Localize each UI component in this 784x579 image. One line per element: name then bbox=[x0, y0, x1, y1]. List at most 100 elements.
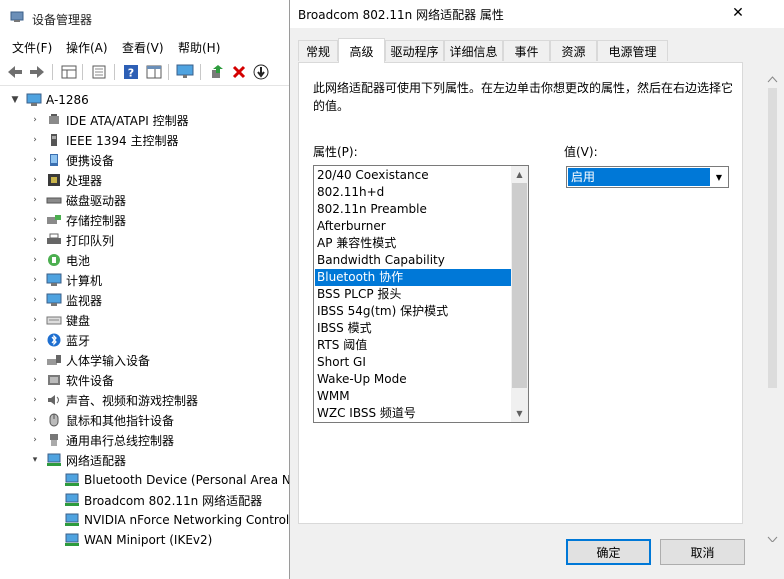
tree-device-wan-miniport[interactable]: WAN Miniport (IKEv2) bbox=[64, 530, 212, 550]
uninstall-icon[interactable] bbox=[230, 63, 248, 81]
expand-arrow-icon[interactable]: › bbox=[30, 155, 40, 165]
menu-action[interactable]: 操作(A) bbox=[66, 39, 108, 56]
tab-details[interactable]: 详细信息 bbox=[444, 40, 503, 61]
help-icon[interactable]: ? bbox=[122, 63, 140, 81]
tree-category-usb[interactable]: › 通用串行总线控制器 bbox=[30, 430, 174, 450]
expand-arrow-icon[interactable]: › bbox=[30, 335, 40, 345]
expand-arrow-icon[interactable]: › bbox=[30, 115, 40, 125]
property-item[interactable]: AP 兼容性模式 bbox=[315, 235, 511, 252]
property-item-selected[interactable]: Bluetooth 协作 bbox=[315, 269, 511, 286]
tab-events[interactable]: 事件 bbox=[503, 40, 550, 61]
menu-help[interactable]: 帮助(H) bbox=[178, 39, 220, 56]
tree-category-portable[interactable]: › 便携设备 bbox=[30, 150, 114, 170]
expand-arrow-icon[interactable]: › bbox=[30, 375, 40, 385]
tree-category-battery[interactable]: › 电池 bbox=[30, 250, 90, 270]
expand-arrow-icon[interactable]: › bbox=[30, 275, 40, 285]
mouse-icon bbox=[49, 413, 59, 427]
property-item[interactable]: Wake-Up Mode bbox=[315, 371, 511, 388]
tree-category-software[interactable]: › 软件设备 bbox=[30, 370, 114, 390]
tree-device-broadcom[interactable]: Broadcom 802.11n 网络适配器 bbox=[64, 490, 262, 510]
tree-category-keyboard[interactable]: › 键盘 bbox=[30, 310, 90, 330]
property-list-scrollbar[interactable]: ▲ ▼ bbox=[511, 166, 528, 422]
chevron-down-icon[interactable]: ▼ bbox=[711, 168, 727, 186]
value-dropdown[interactable]: 启用 ▼ bbox=[566, 166, 729, 188]
update-driver-icon[interactable] bbox=[208, 63, 226, 81]
expand-arrow-icon[interactable]: › bbox=[30, 435, 40, 445]
property-item[interactable]: IBSS 模式 bbox=[315, 320, 511, 337]
tree-device-bluetooth-pan[interactable]: Bluetooth Device (Personal Area Ne bbox=[64, 470, 290, 490]
property-item[interactable]: Bandwidth Capability bbox=[315, 252, 511, 269]
property-item[interactable]: WZC IBSS 频道号 bbox=[315, 405, 511, 422]
property-list[interactable]: 20/40 Coexistance 802.11h+d 802.11n Prea… bbox=[313, 165, 529, 423]
expand-arrow-icon[interactable]: › bbox=[30, 235, 40, 245]
ok-button[interactable]: 确定 bbox=[566, 539, 651, 565]
tree-category-print-queue[interactable]: › 打印队列 bbox=[30, 230, 114, 250]
ieee1394-icon bbox=[51, 134, 57, 146]
tree-category-processor[interactable]: › 处理器 bbox=[30, 170, 102, 190]
property-item[interactable]: 802.11h+d bbox=[315, 184, 511, 201]
tree-category-network-adapter[interactable]: ▾ 网络适配器 bbox=[30, 450, 126, 470]
expand-arrow-icon[interactable]: › bbox=[30, 135, 40, 145]
tree-category-mouse[interactable]: › 鼠标和其他指针设备 bbox=[30, 410, 174, 430]
console-tree-icon[interactable] bbox=[90, 63, 108, 81]
forward-icon[interactable] bbox=[28, 63, 46, 81]
scroll-down-icon[interactable]: ▼ bbox=[511, 405, 528, 422]
property-item[interactable]: 20/40 Coexistance bbox=[315, 167, 511, 184]
tree-category-computer[interactable]: › 计算机 bbox=[30, 270, 102, 290]
monitor-icon bbox=[46, 293, 62, 306]
tab-general[interactable]: 常规 bbox=[298, 40, 338, 61]
tree-root[interactable]: ▼ A-1286 bbox=[10, 90, 89, 110]
property-item[interactable]: WMM bbox=[315, 388, 511, 405]
expand-arrow-icon[interactable]: › bbox=[30, 255, 40, 265]
tree-device-nvidia[interactable]: NVIDIA nForce Networking Controlle bbox=[64, 510, 290, 530]
tree-category-sound[interactable]: › 声音、视频和游戏控制器 bbox=[30, 390, 198, 410]
cancel-button[interactable]: 取消 bbox=[660, 539, 745, 565]
device-manager-title: 设备管理器 bbox=[32, 13, 93, 27]
property-item[interactable]: BSS PLCP 报头 bbox=[315, 286, 511, 303]
property-item[interactable]: IBSS 54g(tm) 保护模式 bbox=[315, 303, 511, 320]
close-icon[interactable]: ✕ bbox=[726, 3, 750, 23]
tree-category-disk[interactable]: › 磁盘驱动器 bbox=[30, 190, 126, 210]
expand-arrow-icon[interactable]: › bbox=[30, 315, 40, 325]
collapse-arrow-icon[interactable]: ▾ bbox=[30, 455, 40, 465]
dialog-title: Broadcom 802.11n 网络适配器 属性 bbox=[298, 8, 504, 22]
download-icon[interactable] bbox=[252, 63, 270, 81]
device-tree[interactable]: ▼ A-1286 › IDE ATA/ATAPI 控制器 › IEEE 1394… bbox=[0, 88, 290, 579]
expand-arrow-icon[interactable]: › bbox=[30, 395, 40, 405]
menu-file[interactable]: 文件(F) bbox=[12, 39, 52, 56]
property-item[interactable]: RTS 阈值 bbox=[315, 337, 511, 354]
tree-category-ieee1394[interactable]: › IEEE 1394 主控制器 bbox=[30, 130, 178, 150]
expand-arrow-icon[interactable]: › bbox=[30, 355, 40, 365]
properties-grid-icon[interactable] bbox=[60, 63, 78, 81]
collapse-arrow-icon[interactable]: ▼ bbox=[10, 95, 20, 105]
expand-arrow-icon[interactable]: › bbox=[30, 415, 40, 425]
tree-category-monitor[interactable]: › 监视器 bbox=[30, 290, 102, 310]
expand-arrow-icon[interactable]: › bbox=[30, 175, 40, 185]
tree-category-bluetooth[interactable]: › 蓝牙 bbox=[30, 330, 90, 350]
tab-advanced[interactable]: 高级 bbox=[338, 38, 385, 63]
tab-resources[interactable]: 资源 bbox=[550, 40, 597, 61]
expand-arrow-icon[interactable]: › bbox=[30, 195, 40, 205]
back-icon[interactable] bbox=[6, 63, 24, 81]
scroll-up-icon[interactable]: ▲ bbox=[511, 166, 528, 183]
tree-category-ide[interactable]: › IDE ATA/ATAPI 控制器 bbox=[30, 110, 188, 130]
property-item[interactable]: 802.11n Preamble bbox=[315, 201, 511, 218]
computer-icon bbox=[26, 93, 42, 106]
property-item[interactable]: Afterburner bbox=[315, 218, 511, 235]
dialog-scrollbar[interactable] bbox=[764, 62, 781, 543]
property-item[interactable]: Short GI bbox=[315, 354, 511, 371]
monitor-icon[interactable] bbox=[176, 63, 194, 81]
action-pane-icon[interactable] bbox=[145, 63, 163, 81]
tree-category-hid[interactable]: › 人体学输入设备 bbox=[30, 350, 150, 370]
tab-power-management[interactable]: 电源管理 bbox=[597, 40, 668, 61]
menu-view[interactable]: 查看(V) bbox=[122, 39, 164, 56]
print-queue-icon bbox=[47, 233, 61, 244]
expand-arrow-icon[interactable]: › bbox=[30, 215, 40, 225]
scrollbar-thumb[interactable] bbox=[512, 183, 527, 388]
expand-arrow-icon[interactable]: › bbox=[30, 295, 40, 305]
tree-category-storage[interactable]: › 存储控制器 bbox=[30, 210, 126, 230]
battery-icon bbox=[48, 254, 60, 266]
network-adapter-icon bbox=[65, 533, 79, 546]
tab-driver[interactable]: 驱动程序 bbox=[385, 40, 444, 61]
dialog-titlebar[interactable]: Broadcom 802.11n 网络适配器 属性 ✕ bbox=[290, 0, 784, 28]
